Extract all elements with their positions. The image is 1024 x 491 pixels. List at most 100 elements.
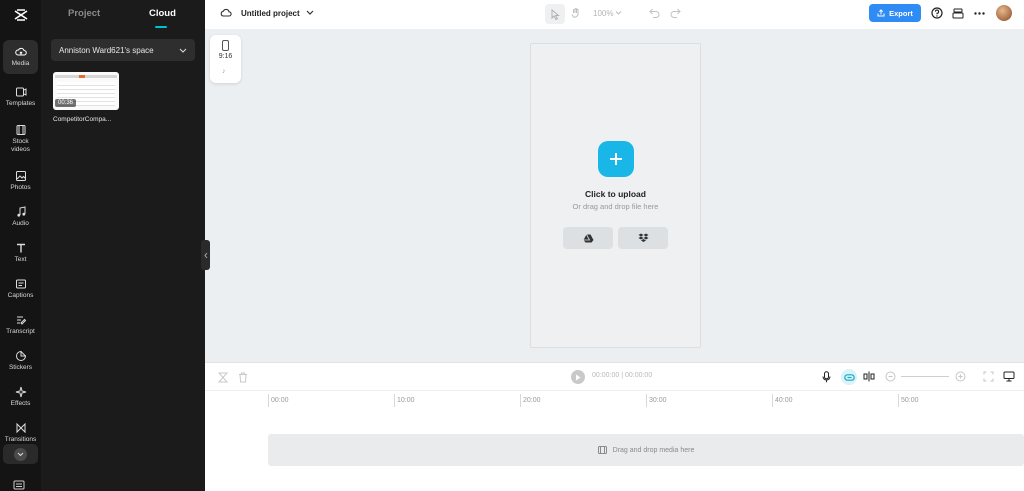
- bowtie-icon: [16, 422, 25, 434]
- rail-label: Media: [11, 60, 30, 67]
- rail-captions[interactable]: Captions: [3, 272, 38, 306]
- microphone-icon[interactable]: [822, 371, 831, 383]
- undo-icon[interactable]: [649, 8, 660, 18]
- tab-indicator: [155, 26, 167, 28]
- templates-icon: [15, 87, 26, 97]
- music-note-icon: [16, 206, 25, 217]
- fit-to-screen-icon[interactable]: [983, 371, 994, 382]
- space-selector[interactable]: Anniston Ward621's space: [51, 39, 195, 61]
- rail-label: Captions: [7, 292, 34, 299]
- rail-effects[interactable]: Effects: [3, 380, 38, 414]
- upload-subtitle: Or drag and drop file here: [572, 202, 659, 211]
- monitor-icon[interactable]: [1003, 371, 1015, 382]
- chevron-down-icon[interactable]: [306, 10, 314, 15]
- rail-text[interactable]: Text: [3, 236, 38, 270]
- ruler-label: 20:00: [523, 397, 541, 404]
- cloud-upload-icon: [14, 47, 27, 56]
- zoom-slider[interactable]: [901, 376, 949, 377]
- tiktok-icon: ♪: [222, 68, 226, 75]
- export-icon: [877, 9, 885, 17]
- dropbox-icon: [638, 233, 648, 242]
- ruler-label: 10:00: [397, 397, 415, 404]
- rail-label: Photos: [10, 184, 31, 191]
- upload-title: Click to upload: [585, 189, 646, 199]
- export-button[interactable]: Export: [869, 4, 921, 22]
- canvas-stage[interactable]: Click to upload Or drag and drop file he…: [530, 43, 701, 348]
- timecode: 00:00:00 | 00:00:00: [592, 372, 653, 379]
- redo-icon[interactable]: [670, 8, 681, 18]
- zoom-in-icon[interactable]: [955, 371, 966, 382]
- rail-label: Transitions: [4, 436, 37, 443]
- left-rail: Media Templates Stock videos Photos Audi…: [0, 0, 41, 491]
- captions-icon: [15, 279, 26, 289]
- more-options-icon[interactable]: [974, 12, 985, 15]
- google-drive-button[interactable]: [563, 227, 613, 249]
- image-icon: [15, 171, 26, 181]
- split-screen-icon[interactable]: [863, 371, 875, 382]
- select-tool-button[interactable]: [545, 4, 565, 24]
- rail-transcript[interactable]: Transcript: [3, 308, 38, 342]
- project-title[interactable]: Untitled project: [241, 9, 300, 18]
- media-name: CompetitorCompa...: [53, 116, 112, 123]
- drop-zone-label: Drag and drop media here: [612, 446, 695, 454]
- top-bar: Untitled project 100% Export: [205, 0, 1024, 29]
- rail-label: Transcript: [6, 328, 35, 335]
- capcut-logo[interactable]: [0, 0, 41, 30]
- cloud-status-icon[interactable]: [220, 8, 232, 17]
- timeline-body[interactable]: 00:00 10:00 20:00 30:00 40:00 50:00 Drag…: [205, 390, 1024, 491]
- rail-photos[interactable]: Photos: [3, 164, 38, 198]
- keyboard-shortcuts-icon[interactable]: [13, 477, 25, 491]
- aspect-ratio-card[interactable]: 9:16 ♪: [210, 35, 241, 83]
- chevron-down-icon[interactable]: [615, 11, 622, 15]
- ruler-label: 00:00: [271, 397, 289, 404]
- avatar[interactable]: [996, 5, 1012, 21]
- rail-audio[interactable]: Audio: [3, 200, 38, 234]
- tab-cloud[interactable]: Cloud: [149, 8, 176, 19]
- chevron-down-icon: [179, 48, 187, 53]
- split-icon[interactable]: [218, 372, 228, 383]
- ruler-label: 30:00: [649, 397, 667, 404]
- phone-icon: [222, 40, 229, 51]
- delete-icon[interactable]: [238, 372, 248, 383]
- media-panel: Project Cloud Anniston Ward621's space 0…: [41, 0, 205, 491]
- rail-label: Stock videos: [11, 138, 30, 153]
- ruler-label: 50:00: [901, 397, 919, 404]
- rail-templates[interactable]: Templates: [3, 80, 38, 114]
- play-button[interactable]: [571, 370, 585, 384]
- total-time: 00:00:00: [624, 372, 653, 379]
- ruler-label: 40:00: [775, 397, 793, 404]
- media-duration: 00:36: [55, 99, 77, 107]
- help-icon[interactable]: [931, 7, 943, 19]
- rail-label: Audio: [12, 220, 29, 227]
- zoom-level[interactable]: 100%: [593, 9, 613, 18]
- media-icon: [597, 446, 607, 454]
- tab-project[interactable]: Project: [68, 8, 100, 19]
- hand-tool-icon[interactable]: [571, 7, 581, 19]
- timeline-toolbar: 00:00:00 | 00:00:00: [205, 362, 1024, 390]
- space-name: Anniston Ward621's space: [59, 45, 154, 55]
- film-icon: [16, 125, 25, 135]
- rail-label: Stickers: [8, 364, 33, 371]
- text-t-icon: [16, 243, 25, 253]
- dropbox-button[interactable]: [618, 227, 668, 249]
- rail-media[interactable]: Media: [3, 40, 38, 74]
- aspect-ratio-label: 9:16: [218, 53, 233, 60]
- media-thumbnail[interactable]: 00:36: [53, 72, 119, 110]
- zoom-out-icon[interactable]: [885, 371, 896, 382]
- rail-more-button[interactable]: [3, 444, 38, 464]
- rail-label: Templates: [5, 100, 36, 107]
- transcript-icon: [16, 316, 26, 325]
- media-drop-zone[interactable]: Drag and drop media here: [268, 434, 1024, 466]
- rail-stock-videos[interactable]: Stock videos: [3, 120, 38, 158]
- auto-snap-toggle[interactable]: [841, 369, 857, 385]
- current-time: 00:00:00: [592, 372, 620, 379]
- rail-stickers[interactable]: Stickers: [3, 344, 38, 378]
- sparkle-icon: [15, 386, 26, 398]
- upload-button[interactable]: [598, 141, 634, 177]
- google-drive-icon: [583, 233, 593, 242]
- sticker-icon: [15, 350, 26, 361]
- chevron-left-icon: [203, 252, 207, 258]
- rail-label: Text: [14, 256, 27, 263]
- layers-stack-icon[interactable]: [952, 8, 964, 19]
- panel-collapse-handle[interactable]: [201, 240, 210, 270]
